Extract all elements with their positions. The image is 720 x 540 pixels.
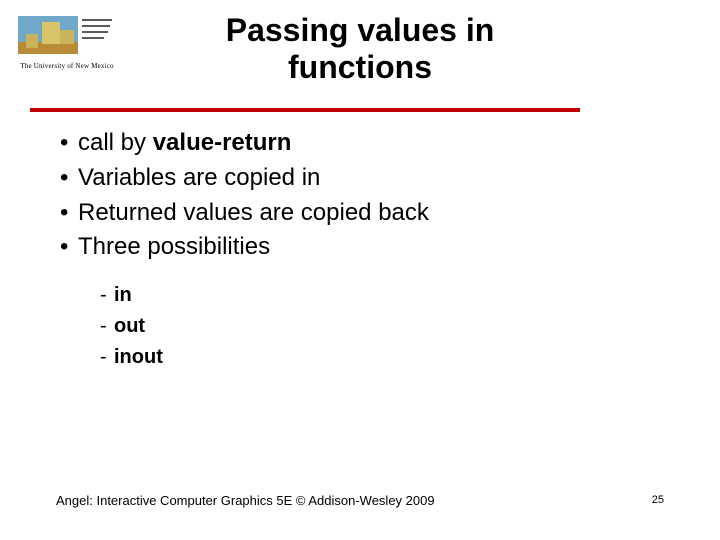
- bullet-icon: [60, 161, 78, 196]
- university-logo: The University of New Mexico: [12, 10, 122, 70]
- bullet-item: Three possibilities: [60, 230, 660, 265]
- bullet-text: Three possibilities: [78, 230, 270, 265]
- footer-text: Angel: Interactive Computer Graphics 5E …: [56, 493, 435, 508]
- bullet-text: call by value-return: [78, 126, 291, 161]
- bullet-list: call by value-return Variables are copie…: [60, 126, 660, 265]
- logo-caption: The University of New Mexico: [12, 62, 122, 70]
- slide: The University of New Mexico Passing val…: [0, 0, 720, 540]
- bullet-text: Variables are copied in: [78, 161, 320, 196]
- bullet-item: call by value-return: [60, 126, 660, 161]
- bullet-text-strong: value-return: [153, 129, 292, 156]
- bullet-item: Returned values are copied back: [60, 196, 660, 231]
- sub-bullet-list: - in - out - inout: [100, 280, 163, 373]
- bullet-text-prefix: call by: [78, 129, 153, 156]
- bullet-text: Returned values are copied back: [78, 196, 429, 231]
- bullet-icon: [60, 126, 78, 161]
- sub-bullet-item: - in: [100, 280, 163, 311]
- page-number: 25: [652, 494, 664, 506]
- sub-bullet-text: out: [114, 311, 145, 342]
- slide-title: Passing values in functions: [150, 12, 570, 86]
- title-underline: [30, 108, 580, 112]
- bullet-item: Variables are copied in: [60, 161, 660, 196]
- dash-icon: -: [100, 342, 114, 373]
- sub-bullet-text: inout: [114, 342, 163, 373]
- dash-icon: -: [100, 311, 114, 342]
- sub-bullet-item: - inout: [100, 342, 163, 373]
- sub-bullet-item: - out: [100, 311, 163, 342]
- sub-bullet-text: in: [114, 280, 132, 311]
- bullet-icon: [60, 230, 78, 265]
- unm-logo-icon: [12, 10, 122, 60]
- dash-icon: -: [100, 280, 114, 311]
- bullet-icon: [60, 196, 78, 231]
